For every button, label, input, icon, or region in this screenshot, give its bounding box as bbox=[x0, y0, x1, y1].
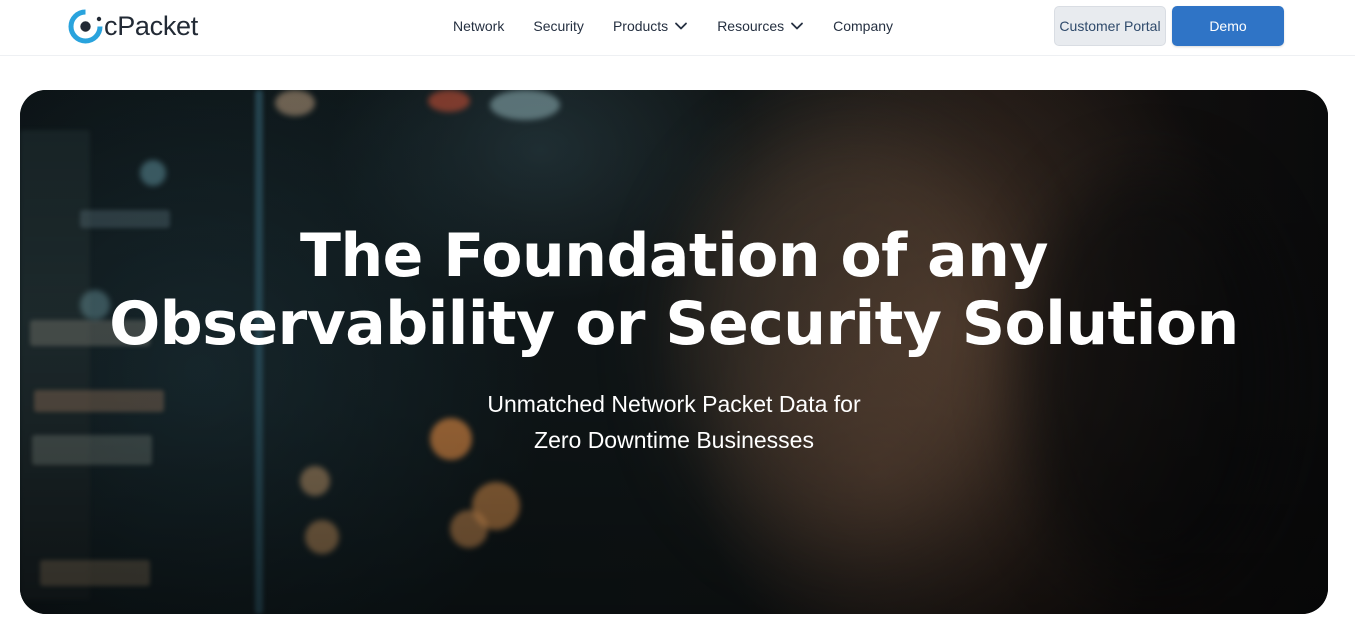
hero-title: The Foundation of any Observability or S… bbox=[20, 222, 1328, 358]
nav-security[interactable]: Security bbox=[533, 18, 584, 34]
nav-network-label: Network bbox=[453, 18, 505, 34]
nav-products-label: Products bbox=[612, 18, 669, 34]
hero-subtitle: Unmatched Network Packet Data for Zero D… bbox=[20, 386, 1328, 458]
customer-portal-button[interactable]: Customer Portal bbox=[1054, 6, 1166, 46]
nav-company[interactable]: Company bbox=[833, 18, 893, 34]
nav-resources-label: Resources bbox=[717, 18, 785, 34]
nav-products[interactable]: Products bbox=[613, 18, 688, 34]
cpacket-logo-icon bbox=[68, 8, 103, 44]
hero-title-line-1: The Foundation of any bbox=[300, 221, 1048, 291]
hero-subtitle-line-1: Unmatched Network Packet Data for bbox=[487, 391, 861, 417]
site-header: cPacket Network Security Products Resour… bbox=[0, 0, 1355, 56]
demo-button[interactable]: Demo bbox=[1172, 6, 1284, 46]
hero-title-line-2: Observability or Security Solution bbox=[109, 289, 1239, 359]
hero-banner: The Foundation of any Observability or S… bbox=[20, 90, 1328, 614]
nav-company-label: Company bbox=[833, 18, 894, 34]
chevron-down-icon bbox=[790, 19, 804, 33]
logo-wordmark: cPacket bbox=[104, 10, 198, 41]
main-nav: Network Security Products Resources Comp… bbox=[453, 0, 922, 52]
cpacket-logo[interactable]: cPacket bbox=[68, 8, 198, 44]
nav-network[interactable]: Network bbox=[453, 18, 504, 34]
nav-resources[interactable]: Resources bbox=[717, 18, 804, 34]
chevron-down-icon bbox=[674, 19, 688, 33]
nav-security-label: Security bbox=[533, 18, 584, 34]
hero-subtitle-line-2: Zero Downtime Businesses bbox=[534, 427, 814, 453]
